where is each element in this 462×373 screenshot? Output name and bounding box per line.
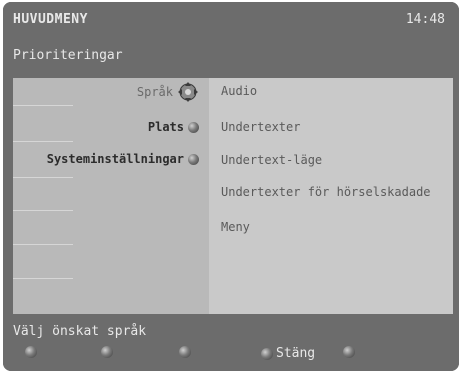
menu-item-systeminstallningar[interactable]: Systeminställningar <box>47 150 199 168</box>
divider <box>13 177 73 178</box>
divider <box>13 244 73 245</box>
dpad-icon <box>178 82 198 102</box>
menu-item-label: Systeminställningar <box>46 152 184 166</box>
submenu-item-audio[interactable]: Audio <box>221 84 257 102</box>
header: HUVUDMENY 14:48 Prioriteringar <box>3 2 459 74</box>
submenu-item-undertext-lage[interactable]: Undertext-läge <box>221 153 322 171</box>
red-key[interactable] <box>25 346 37 358</box>
red-key-icon <box>25 346 37 358</box>
tv-menu-screen: HUVUDMENY 14:48 Prioriteringar Språk Pla… <box>3 2 459 371</box>
menu-item-label: Plats <box>147 120 184 134</box>
white-key-icon <box>343 346 355 358</box>
divider <box>13 278 73 279</box>
menu-item-label: Språk <box>136 85 173 99</box>
submenu-item-horselskadade[interactable]: Undertexter för hörselskadade <box>221 185 431 203</box>
round-button-icon <box>188 153 199 165</box>
menu-item-sprak[interactable]: Språk <box>136 82 199 102</box>
submenu-item-undertexter[interactable]: Undertexter <box>221 120 300 138</box>
clock: 14:48 <box>405 12 445 27</box>
round-button-icon <box>188 121 199 133</box>
divider <box>13 210 73 211</box>
footer: Välj önskat språk Stäng <box>3 316 459 371</box>
menu-item-plats[interactable]: Plats <box>148 118 199 136</box>
main-menu-panel: Språk Plats Systeminställningar <box>13 78 209 314</box>
help-hint: Välj önskat språk <box>13 324 147 339</box>
green-key[interactable] <box>101 346 113 358</box>
yellow-key-icon <box>179 346 191 358</box>
submenu-panel: Audio Undertexter Undertext-läge Underte… <box>209 78 453 314</box>
menu-title: HUVUDMENY <box>13 12 88 27</box>
breadcrumb: Prioriteringar <box>13 48 123 63</box>
divider <box>13 105 73 106</box>
yellow-key[interactable] <box>179 346 191 358</box>
close-key-label: Stäng <box>276 346 316 361</box>
close-key[interactable]: Stäng <box>261 346 315 361</box>
divider <box>13 141 73 142</box>
blue-key-icon <box>261 347 273 360</box>
white-key[interactable] <box>343 346 355 358</box>
green-key-icon <box>101 346 113 358</box>
submenu-item-meny[interactable]: Meny <box>221 220 250 238</box>
